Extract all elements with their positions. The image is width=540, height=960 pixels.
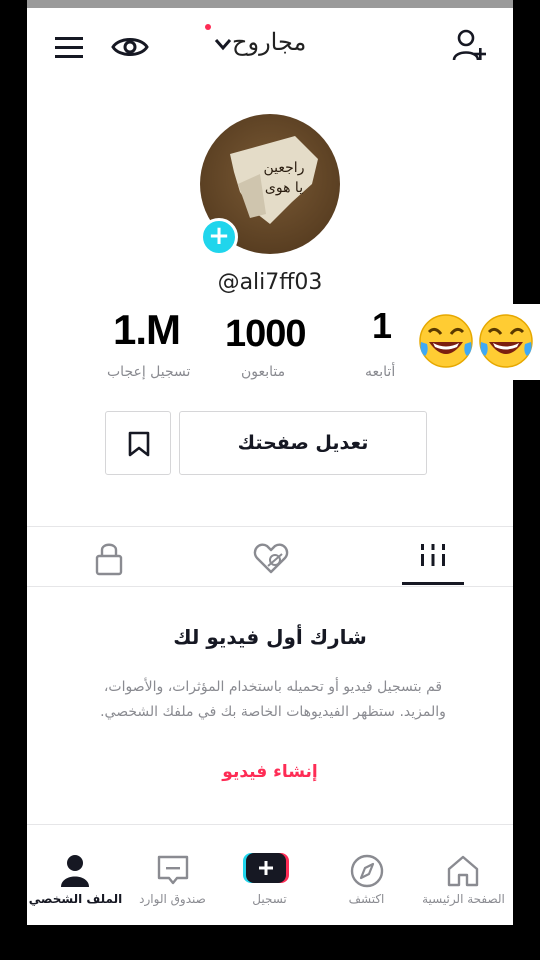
- followers-count[interactable]: 1000: [225, 313, 307, 356]
- likes-label: تسجيل إعجاب: [107, 364, 191, 380]
- following-count[interactable]: 1: [372, 305, 392, 347]
- profile-handle: @ali7ff03: [217, 270, 323, 295]
- nav-record[interactable]: تسجيل: [221, 825, 318, 925]
- nav-home[interactable]: الصفحة الرئيسية: [415, 825, 512, 925]
- tab-videos-grid-icon[interactable]: [413, 538, 453, 578]
- nav-inbox-label: صندوق الوارد: [139, 892, 206, 906]
- hamburger-menu-icon[interactable]: [53, 33, 85, 61]
- bottom-navigation: الملف الشخصي صندوق الوارد تسجيل اكتشف ال…: [27, 824, 513, 925]
- nav-home-label: الصفحة الرئيسية: [422, 892, 505, 906]
- eye-icon[interactable]: [111, 33, 149, 61]
- profile-person-icon: [61, 855, 89, 887]
- svg-text:يا هوى: يا هوى: [265, 180, 303, 196]
- notification-dot: [205, 24, 211, 30]
- nav-profile-label: الملف الشخصي: [28, 892, 123, 906]
- emoji-overlay: [415, 304, 540, 380]
- nav-discover[interactable]: اكتشف: [318, 825, 415, 925]
- system-navigation-bar: [0, 925, 540, 960]
- tabs-bottom-divider: [27, 586, 513, 587]
- record-plus-icon: [243, 853, 289, 883]
- status-strip: [27, 0, 513, 8]
- following-label: أتابعه: [365, 364, 396, 380]
- tabs-top-divider: [27, 526, 513, 527]
- empty-state-description: قم بتسجيل فيديو أو تحميله باستخدام المؤث…: [100, 679, 446, 720]
- tab-liked-hidden-heart-icon[interactable]: [251, 538, 291, 578]
- tab-private-lock-icon[interactable]: [89, 538, 129, 578]
- svg-text:راجعين: راجعين: [264, 160, 305, 176]
- edit-profile-button[interactable]: تعديل صفحتك: [179, 411, 427, 475]
- app-screen: مجاروح راجعين يا هوى + @ali7ff03 1.M 100…: [27, 0, 513, 925]
- laughing-emoji-icon: [479, 314, 533, 368]
- bookmark-icon: [128, 431, 150, 457]
- add-user-icon[interactable]: [451, 28, 489, 64]
- compass-icon: [350, 854, 384, 888]
- add-avatar-plus-icon[interactable]: +: [200, 218, 238, 256]
- nav-discover-label: اكتشف: [348, 892, 385, 906]
- inbox-message-icon: [157, 855, 189, 885]
- home-icon: [447, 855, 479, 887]
- likes-count: 1.M: [113, 306, 181, 353]
- followers-label: متابعون: [241, 364, 286, 380]
- nav-profile[interactable]: الملف الشخصي: [27, 825, 124, 925]
- account-switcher-title[interactable]: مجاروح: [232, 28, 306, 56]
- active-tab-indicator: [402, 582, 464, 585]
- laughing-emoji-icon: [419, 314, 473, 368]
- empty-state-title: شارك أول فيديو لك: [173, 625, 367, 649]
- favorites-button[interactable]: [105, 411, 171, 475]
- nav-record-label: تسجيل: [252, 892, 287, 906]
- nav-inbox[interactable]: صندوق الوارد: [124, 825, 221, 925]
- create-video-link[interactable]: إنشاء فيديو: [27, 762, 513, 782]
- chevron-down-icon[interactable]: [213, 34, 233, 54]
